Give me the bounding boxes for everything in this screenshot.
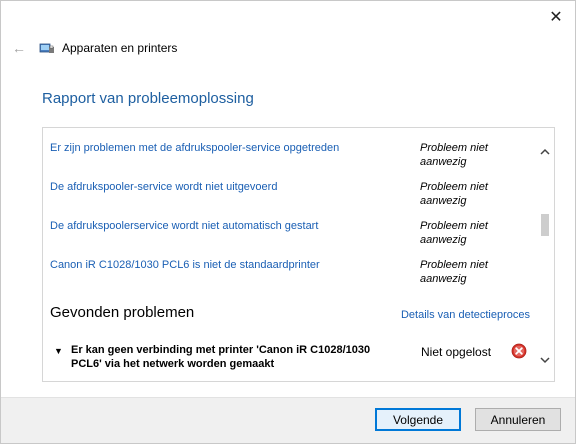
scroll-down-button[interactable] [536,351,554,369]
issue-link[interactable]: Canon iR C1028/1030 PCL6 is niet de stan… [50,258,410,272]
issue-link[interactable]: De afdrukspoolerservice wordt niet autom… [50,219,410,233]
issue-row: De afdrukspoolerservice wordt niet autom… [50,219,536,255]
error-icon [511,343,527,359]
chevron-down-icon [540,356,550,363]
detection-details-link[interactable]: Details van detectieproces [401,309,530,321]
scroll-thumb[interactable] [541,214,549,236]
report-panel: Er zijn problemen met de afdrukspooler-s… [42,127,555,382]
page-title: Rapport van probleemoplossing [42,90,254,107]
found-problems-heading: Gevonden problemen [50,304,195,321]
nav-title: Apparaten en printers [62,41,178,55]
dialog-footer: Volgende Annuleren [1,397,575,443]
devices-printers-icon [39,43,54,53]
issue-status: Probleem niet aanwezig [420,259,488,285]
issue-status: Probleem niet aanwezig [420,142,488,168]
issue-status: Probleem niet aanwezig [420,181,488,207]
nav-bar: ← Apparaten en printers [11,37,565,59]
report-list: Er zijn problemen met de afdrukspooler-s… [43,128,536,381]
found-problem-row[interactable]: ▼ Er kan geen verbinding met printer 'Ca… [50,343,536,375]
scroll-up-button[interactable] [536,142,554,160]
close-icon: ✕ [549,9,563,26]
cancel-button[interactable]: Annuleren [475,408,561,431]
expand-arrow-icon[interactable]: ▼ [54,346,63,356]
issue-link[interactable]: De afdrukspooler-service wordt niet uitg… [50,180,410,194]
next-button[interactable]: Volgende [375,408,461,431]
troubleshooter-window: ✕ ← Apparaten en printers Rapport van pr… [0,0,576,444]
issue-link[interactable]: Er zijn problemen met de afdrukspooler-s… [50,141,410,155]
issue-row: De afdrukspooler-service wordt niet uitg… [50,180,536,216]
back-arrow-icon[interactable]: ← [11,40,27,56]
issue-row: Er zijn problemen met de afdrukspooler-s… [50,141,536,177]
vertical-scrollbar[interactable] [536,128,554,381]
close-button[interactable]: ✕ [543,5,569,29]
found-problem-status: Niet opgelost [421,345,492,359]
found-problem-text: Er kan geen verbinding met printer 'Cano… [71,344,371,370]
issue-status: Probleem niet aanwezig [420,220,488,246]
chevron-up-icon [540,148,550,155]
issue-row: Canon iR C1028/1030 PCL6 is niet de stan… [50,258,536,294]
